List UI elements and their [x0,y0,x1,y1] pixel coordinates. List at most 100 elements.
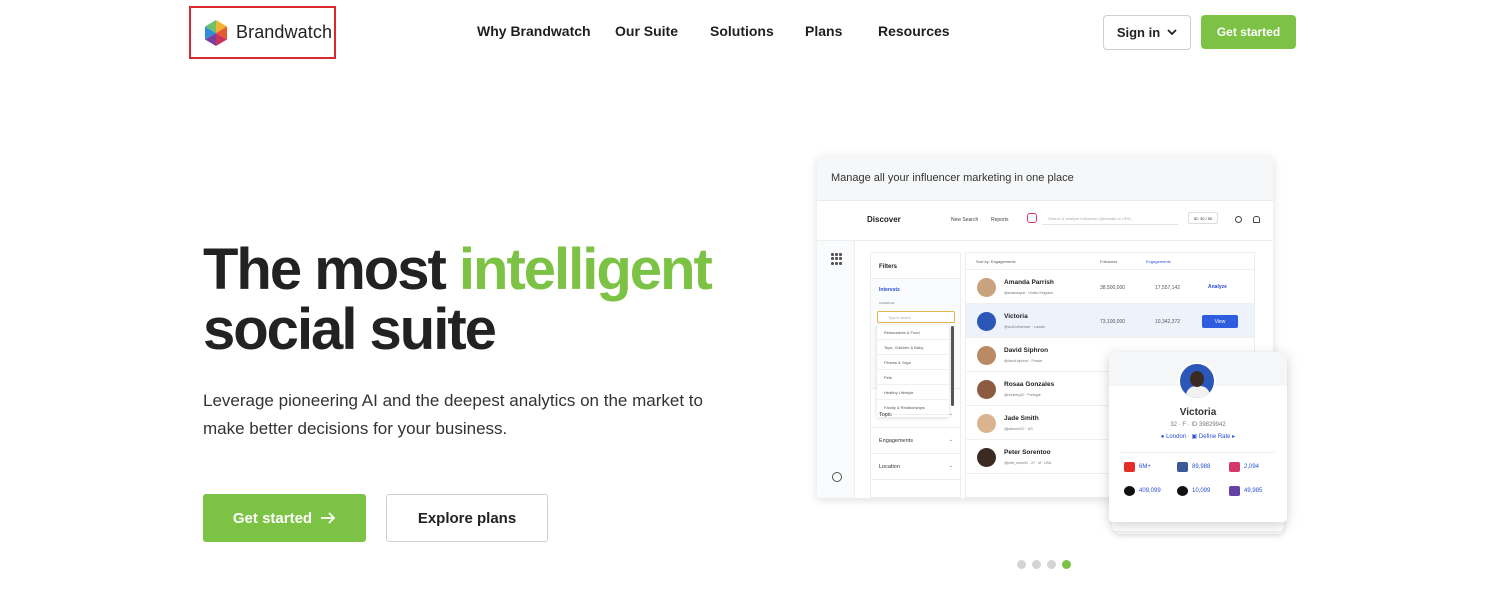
avatar [977,448,996,467]
social-stat-value: 49,985 [1244,488,1263,494]
explore-plans-button[interactable]: Explore plans [386,494,548,542]
social-stat: 89,988 [1177,462,1210,472]
avatar [1178,362,1216,400]
mockup-section-title: Discover [867,215,901,224]
carousel-dot-active[interactable] [1062,560,1071,569]
nav-solutions[interactable]: Solutions [710,23,774,39]
chevron-down-icon: ⌄ [948,411,953,417]
profile-location-text: London [1166,434,1187,440]
nav-plans[interactable]: Plans [805,23,842,39]
interests-select: Type to search [877,311,955,323]
new-search-link: New Search [951,217,979,223]
youtube-icon [1124,462,1135,472]
table-header: Sort by: Engagements Followers Engagemen… [966,253,1254,270]
reports-link: Reports [991,217,1009,223]
influencer-name: Peter Sorentoo [1004,449,1051,456]
instagram-icon [1229,462,1240,472]
social-stat: 49,985 [1229,486,1262,496]
chevron-down-icon [1167,29,1177,36]
engagements-filter: Engagements ⌄ [871,428,960,454]
hero-title-highlight: intelligent [458,237,713,302]
sort-label: Sort by: Engagements [976,259,1016,264]
hero-subtitle: Leverage pioneering AI and the deepest a… [203,391,703,438]
followers-header: Followers [1100,259,1118,264]
divider [1121,452,1275,453]
define-rate-link: Define Rate [1198,434,1231,440]
caret-right-icon: ▸ [1232,434,1236,440]
nav-why-brandwatch[interactable]: Why Brandwatch [477,23,591,39]
social-stat-value: 89,988 [1192,464,1211,470]
instagram-icon [1027,213,1037,223]
engagements-value: 17,557,142 [1155,285,1181,291]
twitch-icon [1229,486,1240,496]
carousel-dot[interactable] [1017,560,1026,569]
hero-title: The most intelligent social suite [203,240,743,360]
influencer-handle: @pete_sorent1 · 27 · M · USA [1004,461,1052,465]
view-button: View [1202,315,1238,328]
influencer-name: Victoria [1004,313,1028,320]
mockup-sidebar-rail: In [817,201,855,498]
location-filter: Location ⌄ [871,454,960,480]
get-started-button[interactable]: Get started [203,494,366,542]
hero-title-part2: social suite [203,297,497,362]
social-stat: 10,099 [1177,486,1210,496]
money-icon: ▣ [1191,434,1198,440]
carousel-dot[interactable] [1032,560,1041,569]
social-stat-value: 10,099 [1192,488,1211,494]
social-stat-value: 409,099 [1139,488,1161,494]
arrow-right-icon [321,512,336,524]
topic-filter: Topic ⌄ [871,402,960,428]
interests-label: Interests [879,287,900,293]
list-item: Fitness & Yoga [877,355,949,370]
table-row: Amanda Parrish @amandapar · United Kingdo… [966,270,1254,304]
influencer-handle: @rlonberg10 · Portugal [1004,393,1041,397]
chevron-down-icon: ⌄ [948,463,953,469]
pin-icon: ● [1160,434,1165,440]
sign-in-button[interactable]: Sign in [1103,15,1191,50]
bell-icon [1253,216,1260,223]
engagements-value: 10,342,372 [1155,319,1181,325]
filters-title: Filters [871,253,960,279]
influencer-handle: @jadesm107 · US [1004,427,1033,431]
mockup-filters-panel: Filters Interests AUDIENCE Type to searc… [870,252,961,498]
followers-value: 73,100,000 [1100,319,1126,325]
social-stat-value: 6M+ [1139,464,1151,470]
engagements-label: Engagements [879,438,913,444]
settings-icon [1235,216,1242,223]
list-item: Pets [877,370,949,385]
carousel-dots [1017,560,1071,569]
influencer-name: Rosaa Gonzales [1004,381,1055,388]
engagements-header: Engagements [1146,259,1171,264]
sign-in-label: Sign in [1116,25,1161,40]
social-stat-value: 2,094 [1244,464,1260,470]
avatar [977,278,996,297]
list-item: Toys, Children & Baby [877,340,949,355]
influencer-profile-card: Victoria 32 · F · ID 39829942 ● London ·… [1109,352,1287,522]
carousel-dot[interactable] [1047,560,1056,569]
avatar [977,414,996,433]
profile-name: Victoria [1179,407,1217,418]
x-icon [1124,486,1135,496]
table-row: Victoria @vicki.influencer · London 73,100… [966,304,1254,338]
social-stat: 6M+ [1124,462,1151,472]
avatar [977,346,996,365]
topic-label: Topic [879,412,892,418]
nav-our-suite[interactable]: Our Suite [615,23,678,39]
followers-value: 38,500,000 [1100,285,1126,291]
mockup-id-counter: ID: 30 / 50 [1188,212,1218,224]
avatar [977,312,996,331]
avatar [977,380,996,399]
social-stat: 409,099 [1124,486,1161,496]
list-scrollbar [951,326,954,406]
influencer-name: David Siphron [1004,347,1049,354]
audience-label: AUDIENCE [879,301,895,305]
get-started-header-button[interactable]: Get started [1201,15,1296,49]
profile-meta: 32 · F · ID 39829942 [1170,422,1226,428]
social-stat: 2,094 [1229,462,1259,472]
influencer-handle: @david.siphron · France [1004,359,1043,363]
influencer-name: Amanda Parrish [1004,279,1054,286]
facebook-icon [1177,462,1188,472]
influencer-handle: @vicki.influencer · London [1004,325,1046,329]
mockup-toolbar: Discover New Search Reports Search & ana… [817,201,1273,241]
nav-resources[interactable]: Resources [878,23,950,39]
